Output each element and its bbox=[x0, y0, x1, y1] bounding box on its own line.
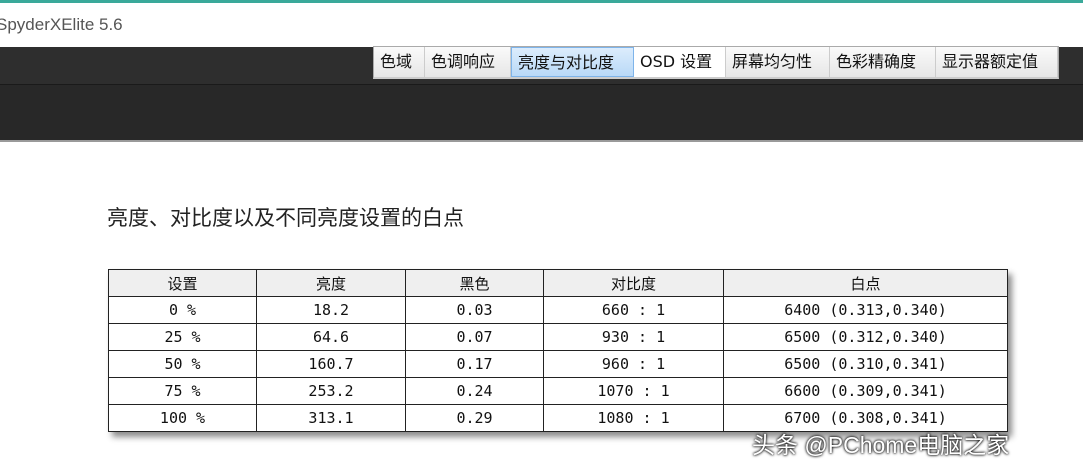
brightness-contrast-table: 设置 亮度 黑色 对比度 白点 0 % 18.2 0.03 660 : 1 6400 (… bbox=[108, 269, 1008, 432]
column-header: 黑色 bbox=[405, 269, 544, 297]
cell: 25 % bbox=[108, 323, 257, 351]
cell: 75 % bbox=[108, 377, 257, 405]
cell: 6500 (0.310,0.341) bbox=[723, 350, 1008, 378]
app-title: SpyderXElite 5.6 bbox=[0, 15, 123, 34]
column-header: 亮度 bbox=[256, 269, 406, 297]
cell: 0 % bbox=[108, 296, 257, 324]
cell: 6400 (0.313,0.340) bbox=[723, 296, 1008, 324]
tab-tone-response[interactable]: 色调响应 bbox=[425, 47, 511, 77]
title-bar: SpyderXElite 5.6 bbox=[0, 3, 1083, 47]
cell: 6500 (0.312,0.340) bbox=[723, 323, 1008, 351]
cell: 660 : 1 bbox=[543, 296, 724, 324]
table-row: 50 % 160.7 0.17 960 : 1 6500 (0.310,0.341) bbox=[108, 350, 1008, 378]
tab-brightness-contrast[interactable]: 亮度与对比度 bbox=[511, 47, 634, 77]
table-row: 25 % 64.6 0.07 930 : 1 6500 (0.312,0.340) bbox=[108, 323, 1008, 351]
table-header-row: 设置 亮度 黑色 对比度 白点 bbox=[108, 269, 1008, 297]
table-row: 75 % 253.2 0.24 1070 : 1 6600 (0.309,0.341) bbox=[108, 377, 1008, 405]
cell: 160.7 bbox=[256, 350, 406, 378]
cell: 0.03 bbox=[405, 296, 544, 324]
cell: 930 : 1 bbox=[543, 323, 724, 351]
cell: 100 % bbox=[108, 404, 257, 432]
watermark: 头条 @PChome电脑之家 bbox=[752, 432, 1010, 458]
cell: 0.24 bbox=[405, 377, 544, 405]
tab-bar: 色域 色调响应 亮度与对比度 OSD 设置 屏幕均匀性 色彩精确度 显示器额定值 bbox=[373, 46, 1059, 79]
cell: 50 % bbox=[108, 350, 257, 378]
column-header: 设置 bbox=[108, 269, 257, 297]
column-header: 白点 bbox=[723, 269, 1008, 297]
cell: 313.1 bbox=[256, 404, 406, 432]
section-title: 亮度、对比度以及不同亮度设置的白点 bbox=[107, 206, 464, 230]
tab-display-rating[interactable]: 显示器额定值 bbox=[936, 47, 1058, 77]
cell: 18.2 bbox=[256, 296, 406, 324]
table-row: 0 % 18.2 0.03 660 : 1 6400 (0.313,0.340) bbox=[108, 296, 1008, 324]
cell: 1070 : 1 bbox=[543, 377, 724, 405]
tab-gamut[interactable]: 色域 bbox=[374, 47, 425, 77]
column-header: 对比度 bbox=[543, 269, 724, 297]
cell: 0.07 bbox=[405, 323, 544, 351]
cell: 64.6 bbox=[256, 323, 406, 351]
cell: 960 : 1 bbox=[543, 350, 724, 378]
tab-uniformity[interactable]: 屏幕均匀性 bbox=[726, 47, 830, 77]
cell: 253.2 bbox=[256, 377, 406, 405]
cell: 0.29 bbox=[405, 404, 544, 432]
tab-color-accuracy[interactable]: 色彩精确度 bbox=[830, 47, 936, 77]
cell: 1080 : 1 bbox=[543, 404, 724, 432]
cell: 0.17 bbox=[405, 350, 544, 378]
tab-osd-settings[interactable]: OSD 设置 bbox=[634, 47, 726, 77]
cell: 6600 (0.309,0.341) bbox=[723, 377, 1008, 405]
